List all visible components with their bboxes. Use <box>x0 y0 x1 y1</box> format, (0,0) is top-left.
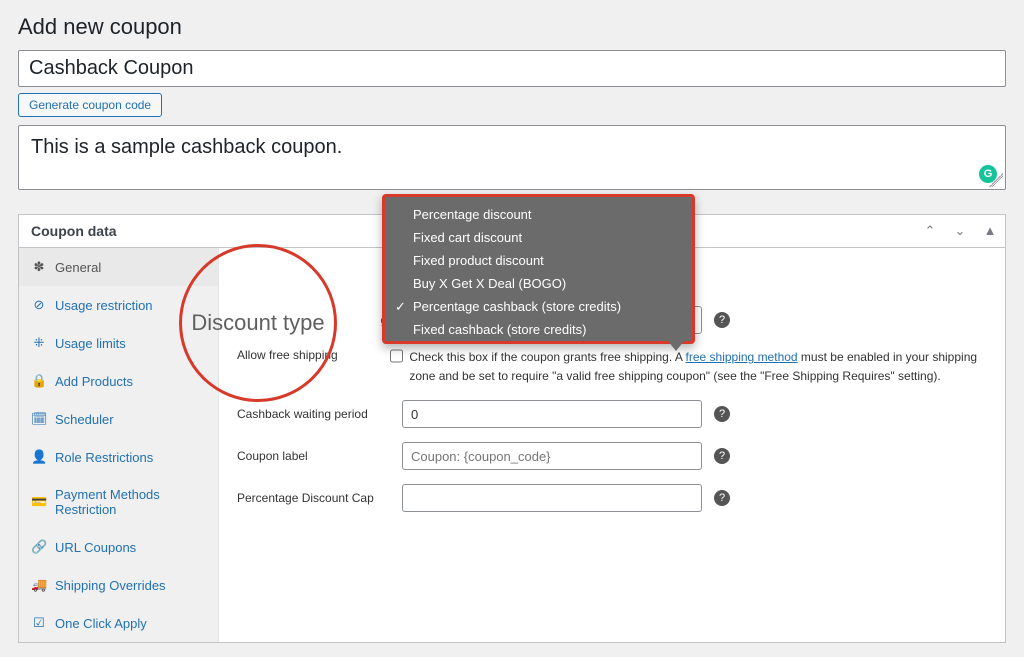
generate-coupon-button[interactable]: Generate coupon code <box>18 93 162 117</box>
help-icon[interactable]: ? <box>714 490 730 506</box>
tab-icon: 🗓 <box>31 411 47 427</box>
tab-role-restrictions[interactable]: 👤 Role Restrictions <box>19 438 218 476</box>
free-shipping-checkbox[interactable] <box>390 348 403 364</box>
tab-label: Scheduler <box>55 412 114 427</box>
option-label: Fixed cashback (store credits) <box>413 322 586 337</box>
discount-cap-input[interactable] <box>402 484 702 512</box>
tab-icon: 🔗 <box>31 539 47 555</box>
move-down-icon[interactable]: ⌄ <box>945 223 975 239</box>
free-shipping-label: Allow free shipping <box>237 348 390 362</box>
grammarly-icon[interactable]: G <box>979 165 997 183</box>
discount-type-dropdown[interactable]: Percentage discount Fixed cart discount Fi… <box>382 194 695 344</box>
tab-label: Usage restriction <box>55 298 153 313</box>
dropdown-option[interactable]: Fixed product discount <box>385 249 692 272</box>
option-label: Fixed cart discount <box>413 230 522 245</box>
tab-usage-limits[interactable]: ⁜ Usage limits <box>19 324 218 362</box>
tab-label: One Click Apply <box>55 616 147 631</box>
tab-label: Payment Methods Restriction <box>55 487 206 517</box>
help-icon[interactable]: ? <box>714 448 730 464</box>
tab-label: Add Products <box>55 374 133 389</box>
coupon-title-input[interactable] <box>18 50 1006 87</box>
field-label: ge <box>237 313 402 327</box>
option-label: Buy X Get X Deal (BOGO) <box>413 276 566 291</box>
option-label: Percentage cashback (store credits) <box>413 299 621 314</box>
move-up-icon[interactable]: ⌃ <box>915 223 945 239</box>
dropdown-option[interactable]: ✓ Percentage cashback (store credits) <box>385 295 692 318</box>
tab-scheduler[interactable]: 🗓 Scheduler <box>19 400 218 438</box>
dropdown-option[interactable]: Fixed cart discount <box>385 226 692 249</box>
discount-cap-label: Percentage Discount Cap <box>237 491 402 505</box>
dropdown-option[interactable]: Fixed cashback (store credits) <box>385 318 692 341</box>
coupon-description-textarea[interactable]: This is a sample cashback coupon. G <box>18 125 1006 190</box>
tab-icon: ☑ <box>31 615 47 631</box>
tab-icon: ⊘ <box>31 297 47 313</box>
tab-icon: ⁜ <box>31 335 47 351</box>
page-title: Add new coupon <box>18 14 1006 40</box>
tab-icon: 👤 <box>31 449 47 465</box>
tab-url-coupons[interactable]: 🔗 URL Coupons <box>19 528 218 566</box>
tab-label: Role Restrictions <box>55 450 153 465</box>
panel-title: Coupon data <box>31 223 117 239</box>
tab-payment-methods-restriction[interactable]: 💳 Payment Methods Restriction <box>19 476 218 528</box>
toggle-panel-icon[interactable]: ▲ <box>975 223 1005 239</box>
dropdown-option[interactable]: Percentage discount <box>385 197 692 226</box>
coupon-data-panel: Coupon data ⌃ ⌄ ▲ ✽ General ⊘ Usage restric… <box>18 214 1006 643</box>
cashback-waiting-input[interactable] <box>402 400 702 428</box>
free-shipping-help-text: Check this box if the coupon grants free… <box>409 348 987 386</box>
description-text: This is a sample cashback coupon. <box>31 136 342 158</box>
tab-label: URL Coupons <box>55 540 136 555</box>
help-icon[interactable]: ? <box>714 312 730 328</box>
tab-icon: 🚚 <box>31 577 47 593</box>
tab-icon: ✽ <box>31 259 47 275</box>
free-shipping-link[interactable]: free shipping method <box>686 350 798 364</box>
tab-label: Usage limits <box>55 336 126 351</box>
dropdown-option[interactable]: Buy X Get X Deal (BOGO) <box>385 272 692 295</box>
tab-usage-restriction[interactable]: ⊘ Usage restriction <box>19 286 218 324</box>
option-label: Fixed product discount <box>413 253 544 268</box>
tab-one-click-apply[interactable]: ☑ One Click Apply <box>19 604 218 642</box>
coupon-label-input[interactable] <box>402 442 702 470</box>
tab-icon: 🔒 <box>31 373 47 389</box>
panel-tabs: ✽ General ⊘ Usage restriction ⁜ Usage limits 🔒… <box>19 248 219 642</box>
tab-add-products[interactable]: 🔒 Add Products <box>19 362 218 400</box>
tab-general[interactable]: ✽ General <box>19 248 218 286</box>
coupon-label-label: Coupon label <box>237 449 402 463</box>
tab-shipping-overrides[interactable]: 🚚 Shipping Overrides <box>19 566 218 604</box>
tab-label: General <box>55 260 101 275</box>
dropdown-arrow-icon <box>668 341 684 351</box>
cashback-waiting-label: Cashback waiting period <box>237 407 402 421</box>
check-icon: ✓ <box>395 299 406 315</box>
help-icon[interactable]: ? <box>714 406 730 422</box>
option-label: Percentage discount <box>413 207 532 222</box>
tab-label: Shipping Overrides <box>55 578 166 593</box>
tab-icon: 💳 <box>31 494 47 510</box>
